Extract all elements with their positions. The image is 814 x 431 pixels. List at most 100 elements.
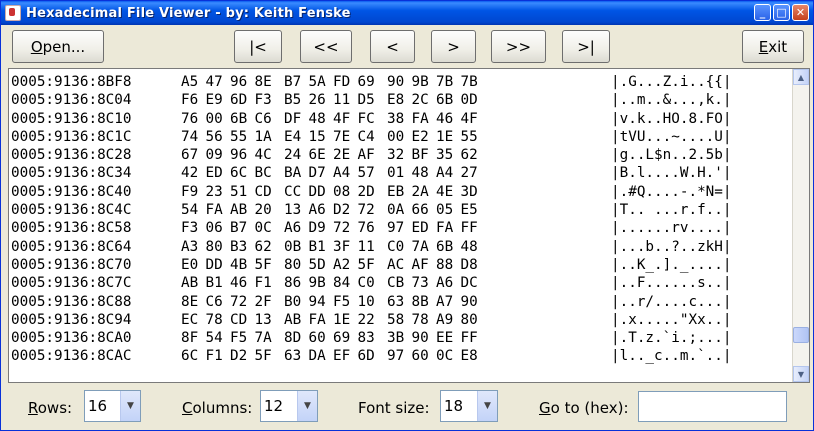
- hex-byte: E8: [460, 348, 478, 365]
- hex-byte: FF: [460, 330, 478, 347]
- row-address: 0005:9136:8C10: [11, 110, 132, 127]
- hex-byte: E4: [284, 128, 302, 145]
- rows-combobox[interactable]: 16 ▼: [84, 390, 141, 422]
- hex-byte: 05: [436, 202, 454, 219]
- byte-group: 76 00 6B C6: [181, 110, 284, 128]
- goto-hex-input[interactable]: [638, 391, 787, 422]
- chevron-down-icon[interactable]: ▼: [297, 391, 317, 421]
- hex-byte: 9B: [411, 74, 429, 90]
- row-bytes: AB B1 46 F1 86 9B 84 C0 CB 73 A6 DC: [181, 274, 611, 292]
- row-address: 0005:9136:8C4C: [11, 202, 132, 219]
- hex-byte: C4: [357, 128, 375, 145]
- open-button[interactable]: Open...: [12, 30, 104, 63]
- byte-group: C0 7A 6B 48: [387, 238, 490, 256]
- byte-group: CB 73 A6 DC: [387, 274, 490, 292]
- fast-forward-button[interactable]: >>: [491, 30, 546, 63]
- hex-byte: 2E: [333, 147, 351, 164]
- scroll-up-arrow-icon[interactable]: ▲: [793, 69, 809, 85]
- row-address: 0005:9136:8C70: [11, 256, 132, 273]
- font-size-combobox[interactable]: 18 ▼: [440, 390, 498, 422]
- hex-byte: 1A: [254, 128, 272, 145]
- hex-byte: 6E: [308, 147, 326, 164]
- hex-byte: 23: [205, 183, 223, 200]
- row-bytes: 67 09 96 4C 24 6E 2E AF 32 BF 35 62: [181, 146, 611, 164]
- row-bytes: EC 78 CD 13 AB FA 1E 22 58 78 A9 80: [181, 311, 611, 329]
- hex-byte: 86: [284, 275, 302, 292]
- row-bytes: 6C F1 D2 5F 63 DA EF 6D 97 60 0C E8: [181, 347, 611, 365]
- hex-byte: 62: [254, 238, 272, 255]
- hex-byte: 67: [181, 147, 199, 164]
- hex-byte: 80: [284, 256, 302, 273]
- hex-byte: F5: [230, 330, 248, 347]
- hex-byte: F6: [181, 92, 199, 109]
- row-ascii: |T.. ...r.f..|: [611, 202, 732, 219]
- hex-byte: 5A: [308, 74, 326, 90]
- row-address: 0005:9136:8BF8: [11, 74, 132, 90]
- hex-byte: 74: [181, 128, 199, 145]
- hex-byte: 54: [181, 202, 199, 219]
- hex-byte: 42: [181, 165, 199, 182]
- columns-combobox[interactable]: 12 ▼: [260, 390, 318, 422]
- hex-byte: 6D: [230, 92, 248, 109]
- byte-group: B7 5A FD 69: [284, 73, 387, 91]
- hex-row: 0005:9136:8C94 EC 78 CD 13 AB FA 1E 22 58 78 A9 80 |.…: [11, 311, 761, 329]
- hex-byte: 26: [308, 92, 326, 109]
- hex-byte: 7A: [254, 330, 272, 347]
- hex-byte: 46: [230, 275, 248, 292]
- hex-byte: 72: [357, 202, 375, 219]
- vertical-scrollbar[interactable]: ▲ ▼: [792, 69, 809, 382]
- hex-byte: 6B: [436, 238, 454, 255]
- forward-button[interactable]: >: [431, 30, 476, 63]
- options-bar: Rows: 16 ▼ Columns: 12 ▼ Font size: 18 ▼…: [1, 389, 813, 427]
- maximize-button[interactable]: □: [773, 4, 790, 21]
- hex-byte: F3: [181, 220, 199, 237]
- byte-group: 24 6E 2E AF: [284, 146, 387, 164]
- row-ascii: |.#Q....-.*N=|: [611, 183, 732, 200]
- hex-byte: 51: [230, 183, 248, 200]
- hex-byte: 48: [308, 110, 326, 127]
- scrollbar-thumb[interactable]: [793, 327, 809, 343]
- last-page-button[interactable]: >|: [562, 30, 610, 63]
- chevron-down-icon[interactable]: ▼: [477, 391, 497, 421]
- hex-byte: 56: [205, 128, 223, 145]
- hex-byte: 76: [357, 220, 375, 237]
- chevron-down-icon[interactable]: ▼: [120, 391, 140, 421]
- scroll-down-arrow-icon[interactable]: ▼: [793, 366, 809, 382]
- hex-byte: 69: [333, 330, 351, 347]
- hex-byte: E8: [387, 92, 405, 109]
- fast-back-button[interactable]: <<: [300, 30, 352, 63]
- title-bar[interactable]: Hexadecimal File Viewer - by: Keith Fens…: [1, 1, 813, 25]
- hex-byte: 94: [308, 293, 326, 310]
- hex-row: 0005:9136:8C4C 54 FA AB 20 13 A6 D2 72 0A 66 05 E5 |T…: [11, 201, 761, 219]
- columns-value: 12: [264, 397, 284, 415]
- hex-byte: 13: [284, 202, 302, 219]
- app-window: Hexadecimal File Viewer - by: Keith Fens…: [0, 0, 814, 431]
- byte-group: 54 FA AB 20: [181, 201, 284, 219]
- hex-byte: 60: [411, 348, 429, 365]
- byte-group: 97 60 0C E8: [387, 347, 490, 365]
- byte-group: 3B 90 EE FF: [387, 329, 490, 347]
- close-button[interactable]: ✕: [792, 4, 809, 21]
- row-address: 0005:9136:8C7C: [11, 275, 132, 292]
- row-ascii: |......rv....|: [611, 220, 732, 237]
- row-ascii: |.T.z.`i.;...|: [611, 330, 732, 347]
- hex-byte: 72: [230, 293, 248, 310]
- hex-byte: 6D: [357, 348, 375, 365]
- hex-byte: 5F: [254, 256, 272, 273]
- first-page-button[interactable]: |<: [234, 30, 282, 63]
- hex-row: 0005:9136:8CA0 8F 54 F5 7A 8D 60 69 83 3B 90 EE FF |.…: [11, 329, 761, 347]
- hex-byte: 2F: [254, 293, 272, 310]
- hex-byte: B0: [284, 293, 302, 310]
- row-address: 0005:9136:8C58: [11, 220, 132, 237]
- hex-byte: 63: [284, 348, 302, 365]
- hex-byte: 4E: [436, 183, 454, 200]
- hex-byte: E2: [411, 128, 429, 145]
- exit-button[interactable]: Exit: [742, 30, 804, 63]
- hex-byte: A6: [284, 220, 302, 237]
- hex-byte: 55: [460, 128, 478, 145]
- back-button[interactable]: <: [370, 30, 415, 63]
- hex-view-panel[interactable]: 0005:9136:8BF8 A5 47 96 8E B7 5A FD 69 90 9B 7B 7B |.…: [8, 68, 810, 383]
- minimize-button[interactable]: _: [754, 4, 771, 21]
- hex-byte: DD: [308, 183, 326, 200]
- byte-group: A5 47 96 8E: [181, 73, 284, 91]
